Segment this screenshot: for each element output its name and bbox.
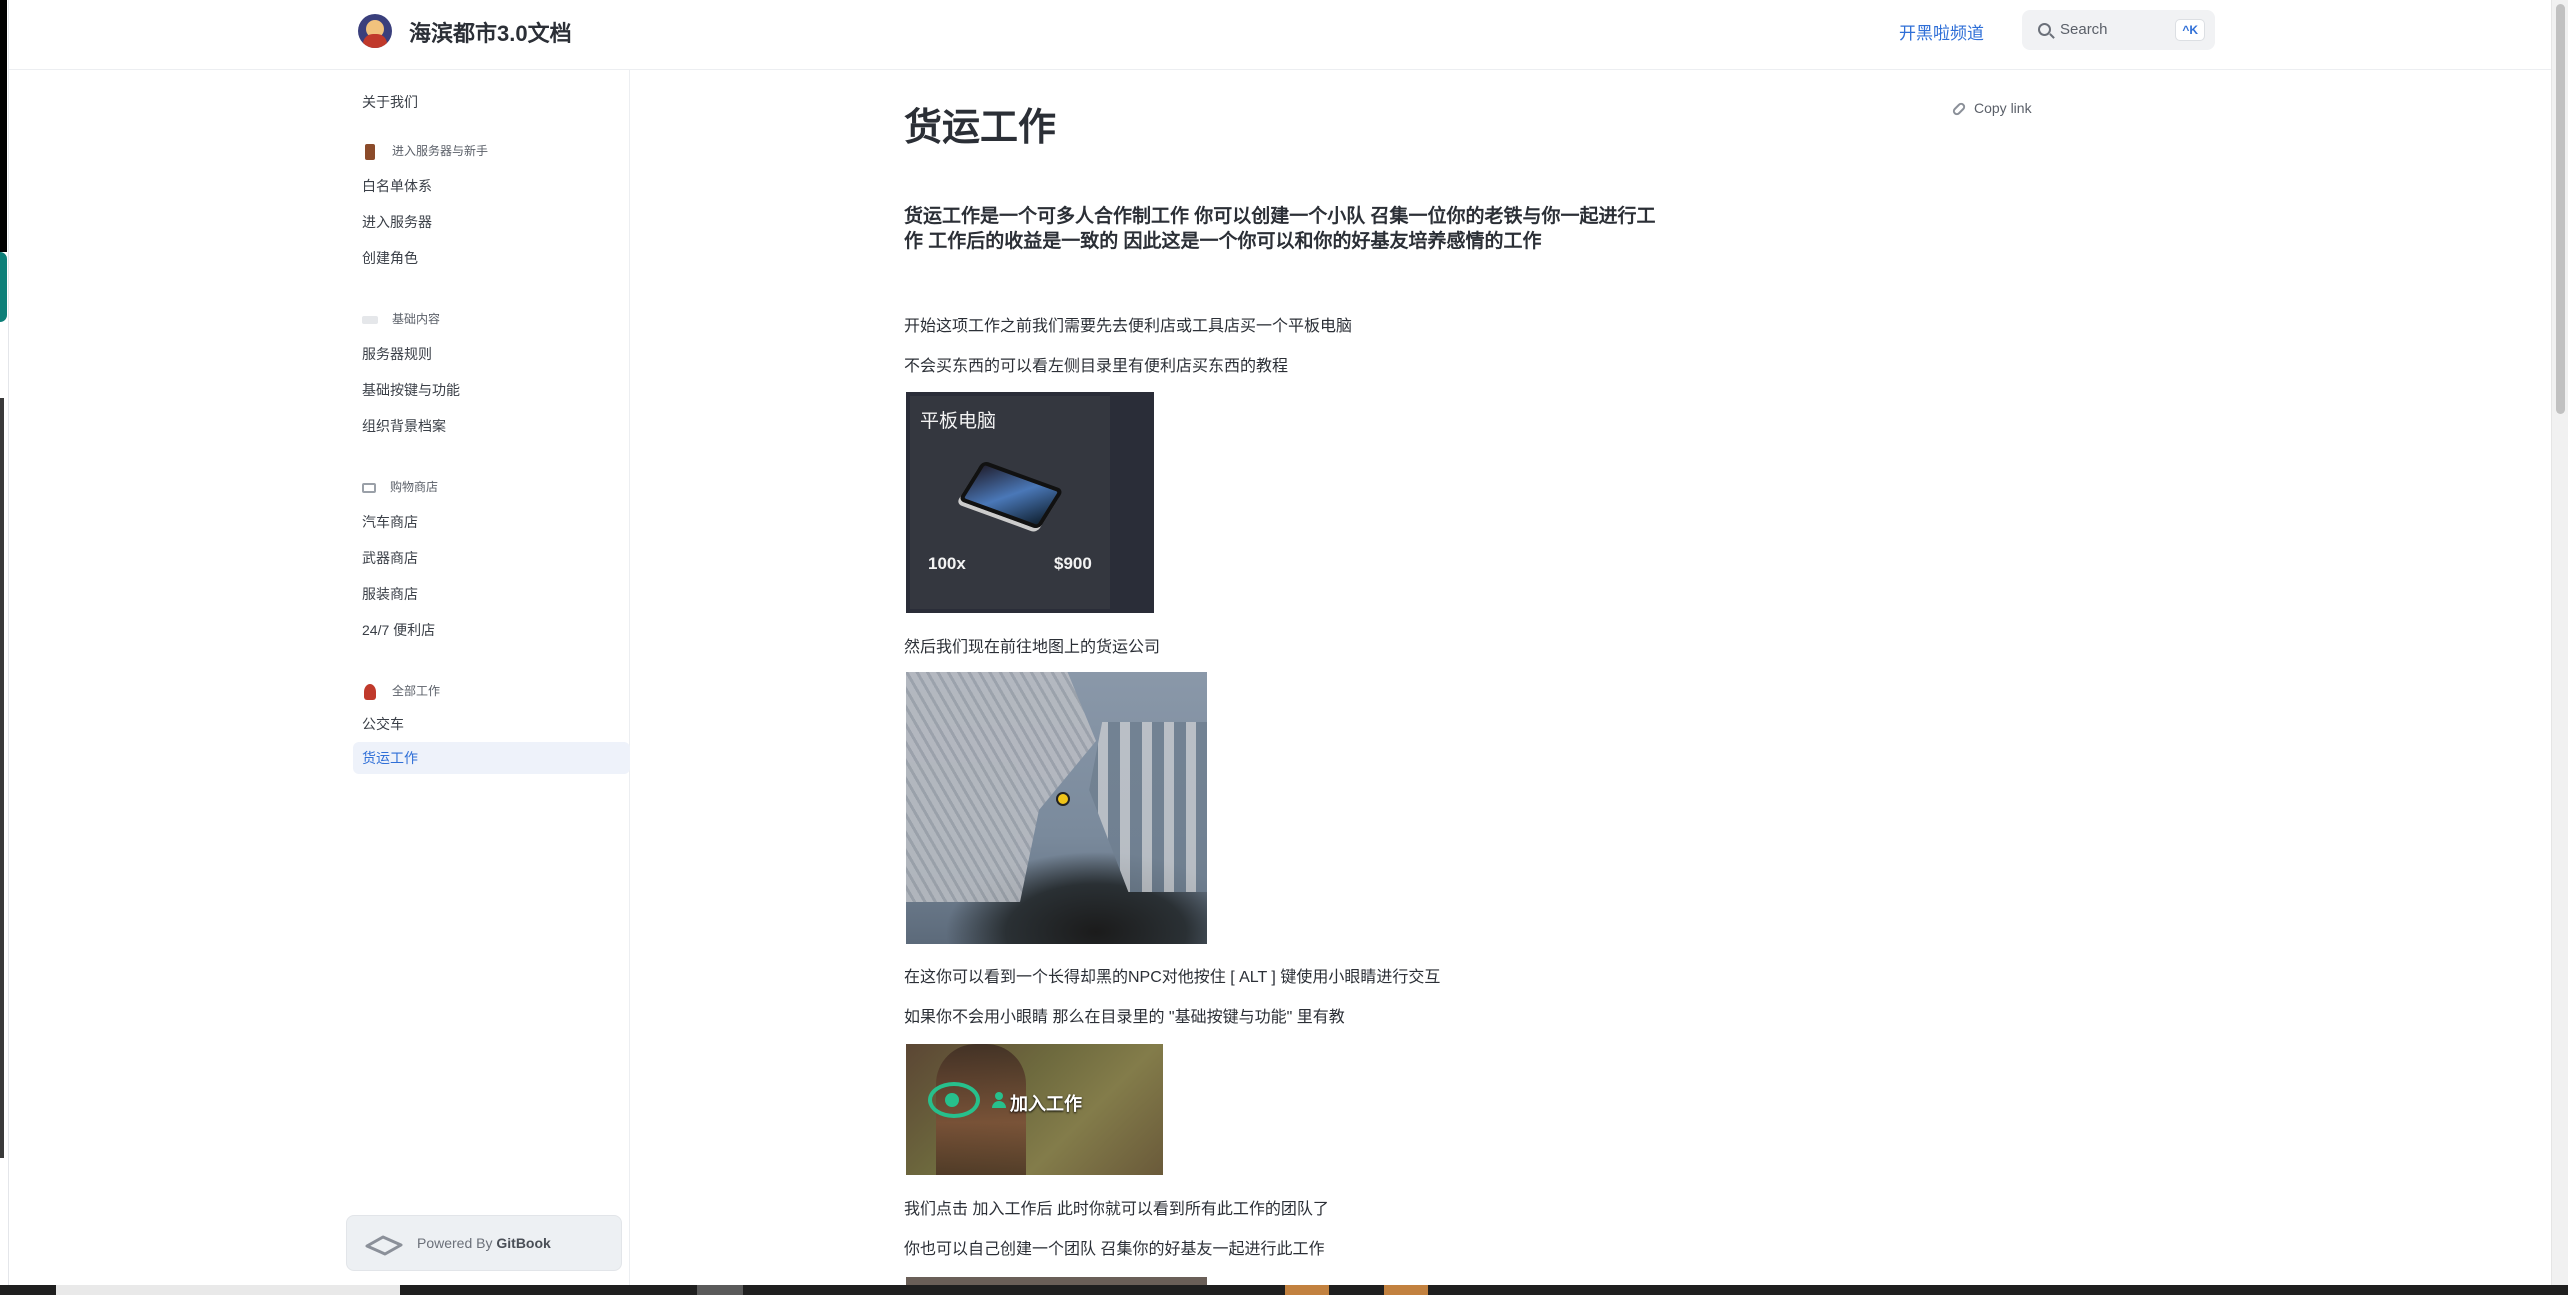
- eye-icon: [928, 1082, 980, 1118]
- gitbook-icon: [365, 1235, 403, 1256]
- paragraph: 你也可以自己创建一个团队 召集你的好基友一起进行此工作: [904, 1241, 1325, 1258]
- paragraph: 开始这项工作之前我们需要先去便利店或工具店买一个平板电脑: [904, 318, 1353, 335]
- join-job-image: 加入工作: [906, 1044, 1163, 1175]
- left-window-edge: [0, 0, 9, 1285]
- powered-by-gitbook[interactable]: Powered By GitBook: [346, 1215, 622, 1271]
- sidebar-item-bus[interactable]: 公交车: [362, 714, 404, 734]
- sidebar-group-basics: 基础内容: [362, 310, 440, 327]
- cart-icon: [362, 482, 376, 493]
- copy-link-button[interactable]: Copy link: [1951, 100, 2032, 118]
- paragraph: 我们点击 加入工作后 此时你就可以看到所有此工作的团队了: [904, 1201, 1329, 1218]
- sidebar-item-keys[interactable]: 基础按键与功能: [362, 380, 460, 400]
- sidebar-item-clothing-shop[interactable]: 服装商店: [362, 584, 418, 604]
- team-image-partial: [906, 1277, 1207, 1285]
- gitbook-brand: GitBook: [496, 1235, 551, 1251]
- keyboard-icon: [362, 315, 378, 324]
- user-icon: [992, 1092, 1006, 1108]
- os-taskbar: [0, 1285, 2568, 1295]
- person-icon: [364, 683, 376, 700]
- sidebar-item-join-server[interactable]: 进入服务器: [362, 212, 432, 232]
- sidebar-item-create-character[interactable]: 创建角色: [362, 248, 418, 268]
- sidebar-group-server: 进入服务器与新手: [362, 142, 488, 160]
- powered-by-prefix: Powered By: [417, 1235, 493, 1251]
- page-scrollbar[interactable]: [2551, 0, 2568, 1285]
- door-icon: [365, 143, 375, 160]
- tablet-item-image: 平板电脑 100x $900: [906, 392, 1154, 613]
- lead-paragraph: 货运工作是一个可多人合作制工作 你可以创建一个小队 召集一位你的老铁与你一起进行…: [904, 206, 1656, 252]
- sidebar-item-weapon-shop[interactable]: 武器商店: [362, 548, 418, 568]
- item-price: $900: [1054, 554, 1092, 573]
- top-header: 海滨都市3.0文档 开黑啦频道 Search ^K: [9, 0, 2551, 70]
- paragraph: 在这你可以看到一个长得却黑的NPC对他按住 [ ALT ] 键使用小眼睛进行交互: [904, 969, 1441, 986]
- site-logo[interactable]: [358, 14, 392, 48]
- item-quantity: 100x: [928, 554, 966, 573]
- sidebar-item-freight[interactable]: 货运工作: [353, 742, 630, 774]
- search-input[interactable]: Search ^K: [2022, 10, 2215, 50]
- map-marker-icon: [1056, 792, 1070, 806]
- sidebar-item-whitelist[interactable]: 白名单体系: [362, 176, 432, 196]
- paragraph: 不会买东西的可以看左侧目录里有便利店买东西的教程: [904, 358, 1289, 375]
- site-title[interactable]: 海滨都市3.0文档: [409, 16, 572, 48]
- paragraph: 然后我们现在前往地图上的货运公司: [904, 639, 1161, 656]
- sidebar-item-car-shop[interactable]: 汽车商店: [362, 512, 418, 532]
- page-title: 货运工作: [904, 107, 1057, 149]
- sidebar-group-shops: 购物商店: [362, 478, 438, 495]
- search-shortcut-badge: ^K: [2175, 19, 2205, 41]
- map-image: [906, 672, 1207, 944]
- sidebar-item-rules[interactable]: 服务器规则: [362, 344, 432, 364]
- scrollbar-thumb[interactable]: [2556, 4, 2565, 414]
- channel-link[interactable]: 开黑啦频道: [1899, 19, 1984, 44]
- join-job-label: 加入工作: [1010, 1094, 1082, 1114]
- link-icon: [1951, 101, 1967, 118]
- sidebar-group-jobs: 全部工作: [362, 682, 440, 700]
- search-placeholder: Search: [2060, 21, 2108, 38]
- search-icon: [2038, 23, 2051, 36]
- sidebar: 关于我们 进入服务器与新手 白名单体系 进入服务器 创建角色 基础内容 服务器规…: [9, 70, 630, 1285]
- sidebar-item-about[interactable]: 关于我们: [362, 92, 418, 112]
- sidebar-item-org-archive[interactable]: 组织背景档案: [362, 416, 446, 436]
- paragraph: 如果你不会用小眼睛 那么在目录里的 "基础按键与功能" 里有教: [904, 1009, 1345, 1026]
- item-name: 平板电脑: [920, 411, 997, 432]
- sidebar-item-convenience-store[interactable]: 24/7 便利店: [362, 620, 435, 640]
